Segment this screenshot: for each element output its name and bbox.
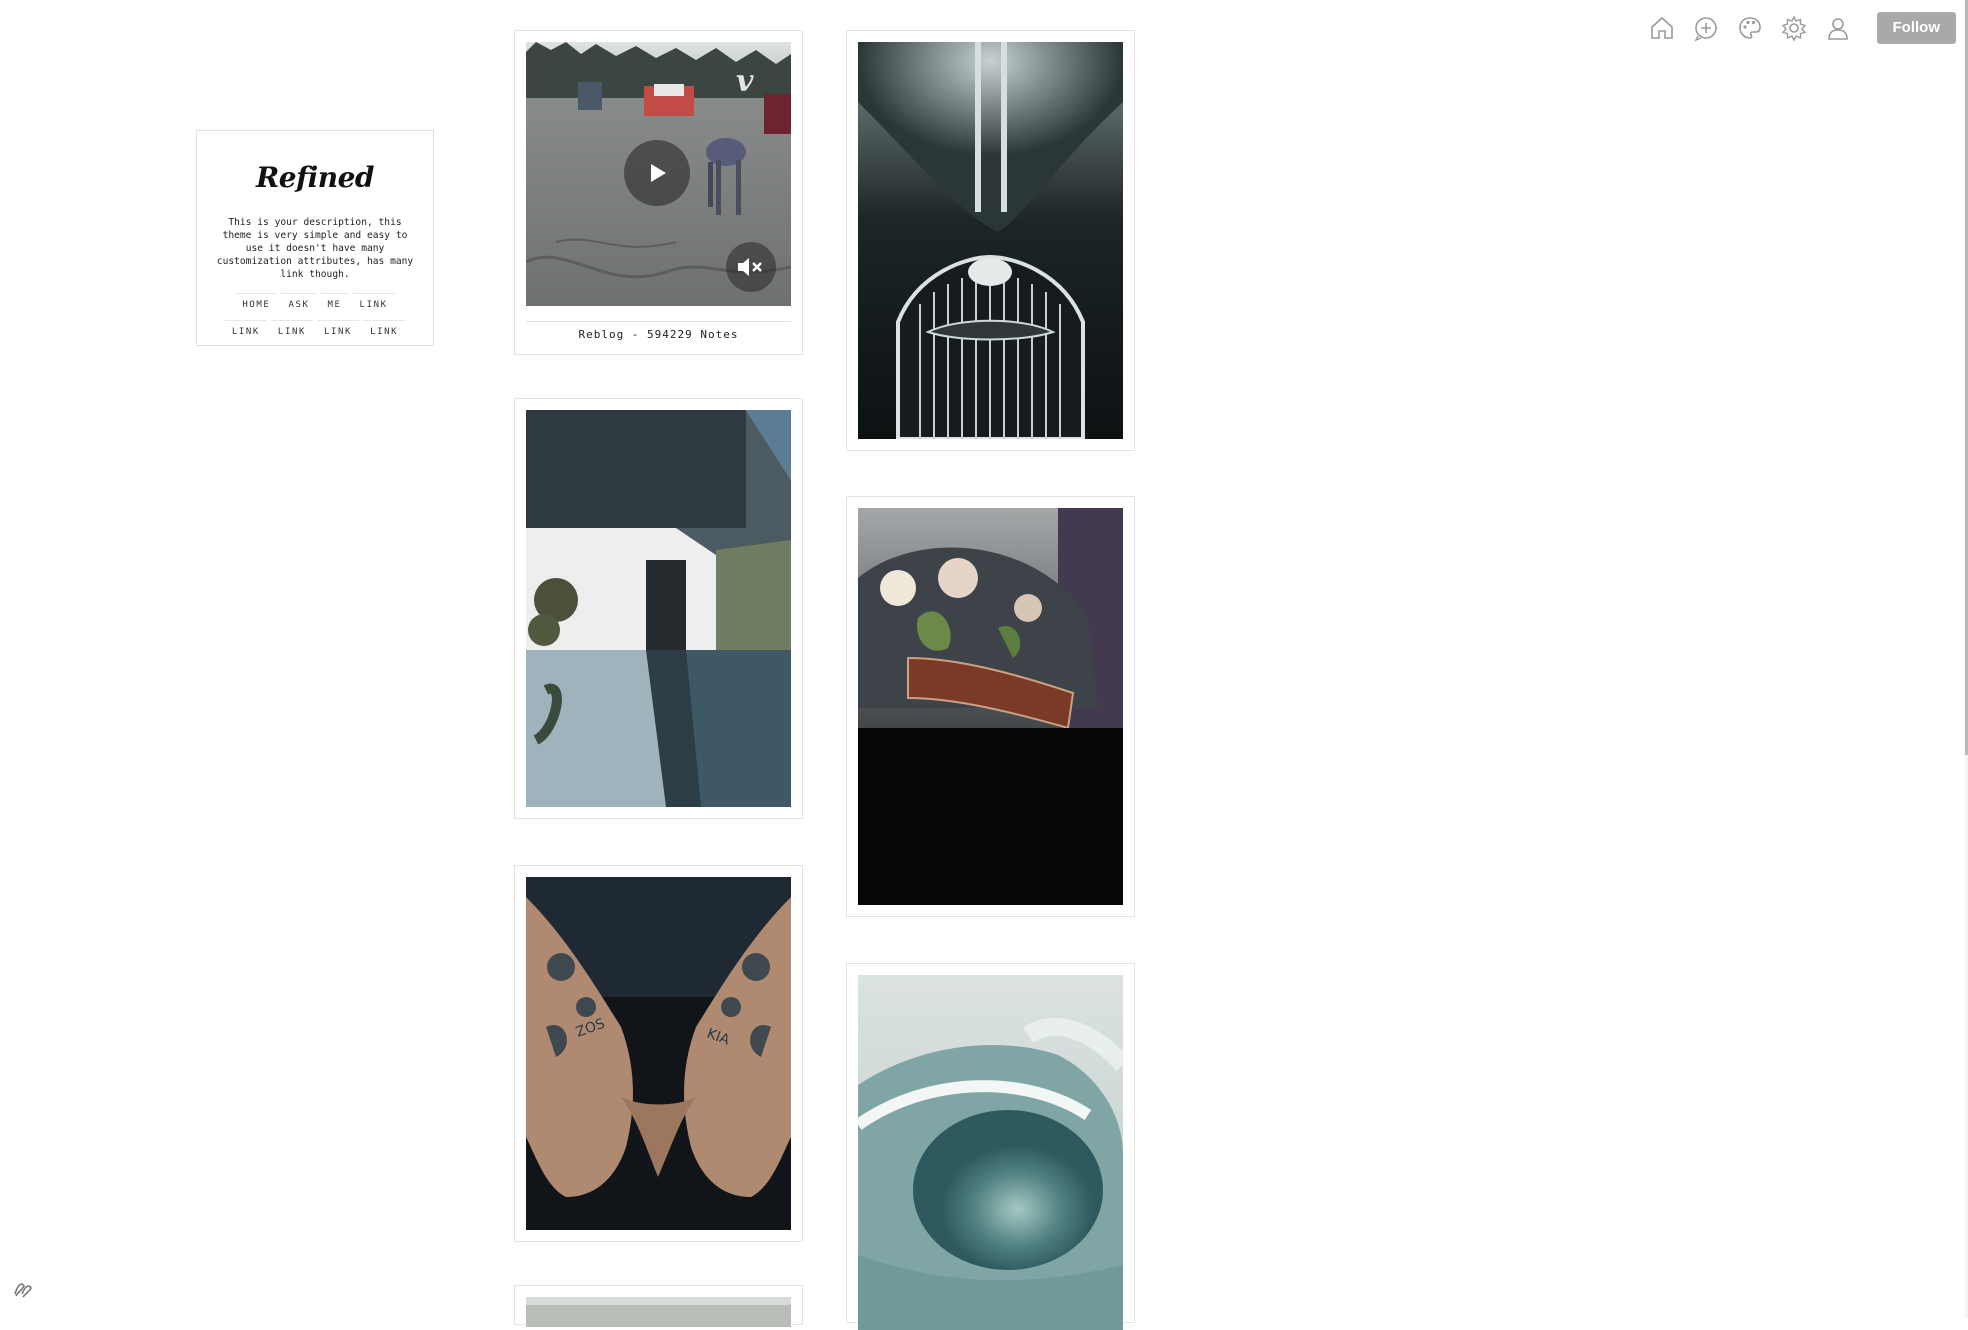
follow-button[interactable]: Follow <box>1876 12 1956 44</box>
photo-post <box>846 496 1135 917</box>
photo-post <box>846 30 1135 451</box>
vine-icon: v <box>736 64 754 99</box>
mute-icon <box>738 258 762 276</box>
photo-post <box>846 963 1135 1330</box>
ocean-wave-photo[interactable] <box>858 975 1123 1330</box>
photo-post <box>514 1285 803 1327</box>
play-icon <box>651 164 666 182</box>
nav-link-me[interactable]: ME <box>320 293 349 314</box>
photo-post <box>514 398 803 819</box>
nav-link-3[interactable]: LINK <box>270 320 313 341</box>
theme-logo-icon[interactable] <box>12 1278 34 1300</box>
blog-controls: Follow <box>1647 12 1956 44</box>
nav-link-2[interactable]: LINK <box>224 320 267 341</box>
floral-cap-photo[interactable] <box>858 508 1123 905</box>
nav-link-home[interactable]: HOME <box>235 293 278 314</box>
compose-icon[interactable] <box>1691 13 1721 43</box>
tattooed-hands-photo[interactable]: ZOS KIA <box>526 877 791 1230</box>
play-button[interactable] <box>624 140 690 206</box>
palette-icon[interactable] <box>1735 13 1765 43</box>
nav-link-4[interactable]: LINK <box>317 320 360 341</box>
nav-link-5[interactable]: LINK <box>363 320 406 341</box>
nav-link-1[interactable]: LINK <box>352 293 395 314</box>
home-icon[interactable] <box>1647 13 1677 43</box>
nav-link-ask[interactable]: ASK <box>281 293 317 314</box>
nav-links: HOME ASK ME LINK LINK LINK LINK LINK <box>220 293 410 347</box>
post-footer[interactable]: Reblog - 594229 Notes <box>526 321 791 341</box>
car-grille-photo[interactable] <box>858 42 1123 439</box>
video-post: v Reblog - 594229 Notes <box>514 30 803 355</box>
house-pool-photo[interactable] <box>526 410 791 807</box>
account-icon[interactable] <box>1823 13 1853 43</box>
video-player[interactable]: v <box>526 42 791 306</box>
blog-description: This is your description, this theme is … <box>216 217 414 280</box>
photo-post: ZOS KIA <box>514 865 803 1242</box>
settings-icon[interactable] <box>1779 13 1809 43</box>
mute-button[interactable] <box>726 242 776 292</box>
blog-title[interactable]: Refined <box>197 161 433 194</box>
partial-photo[interactable] <box>526 1297 791 1327</box>
blog-info-card: Refined This is your description, this t… <box>196 130 434 346</box>
